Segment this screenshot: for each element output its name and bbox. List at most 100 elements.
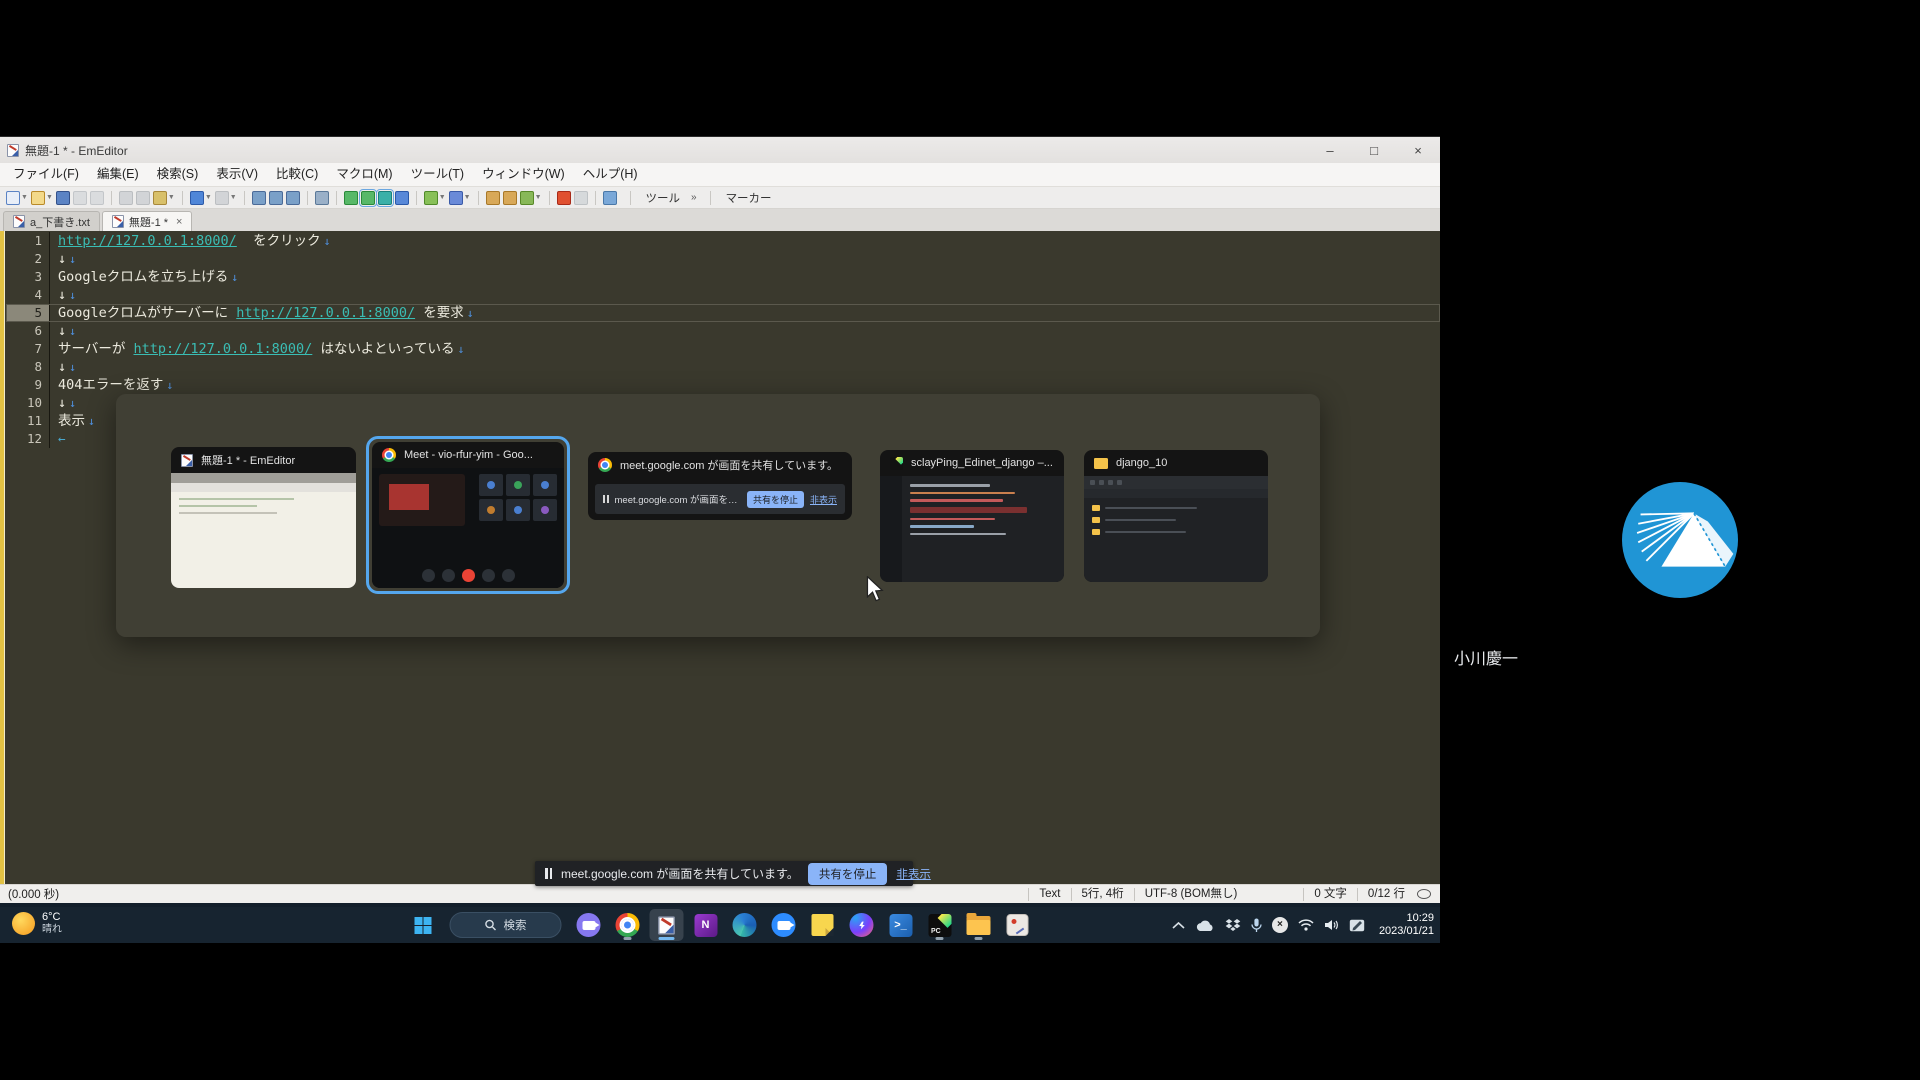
switcher-window-0[interactable]: 無題-1 * - EmEditor — [171, 447, 356, 588]
microphone-icon[interactable] — [1251, 918, 1262, 933]
dropbox-icon[interactable] — [1225, 918, 1241, 932]
view-normal-icon[interactable] — [344, 191, 358, 205]
menu-item-5[interactable]: マクロ(M) — [327, 163, 401, 186]
tools-toolbar-label[interactable]: ツール — [638, 190, 689, 206]
compare-icon[interactable]: ▼ — [449, 191, 471, 205]
macro-save-icon[interactable] — [503, 191, 517, 205]
view-page-icon[interactable] — [378, 191, 392, 205]
copy-icon[interactable] — [136, 191, 150, 205]
menu-item-6[interactable]: ツール(T) — [402, 163, 473, 186]
menu-item-1[interactable]: 編集(E) — [88, 163, 148, 186]
title-bar[interactable]: 無題-1 * - EmEditor – □ × — [0, 137, 1440, 163]
find-icon[interactable] — [252, 191, 266, 205]
outline-icon[interactable]: ▼ — [424, 191, 446, 205]
search-box[interactable]: 検索 — [450, 912, 562, 938]
pycharm-icon[interactable]: PC — [923, 909, 957, 941]
wifi-icon[interactable] — [1298, 919, 1314, 931]
ime-icon[interactable] — [1349, 919, 1365, 932]
thumbnail-title: django_10 — [1084, 450, 1268, 476]
snip-icon[interactable] — [1001, 909, 1035, 941]
status-mode[interactable]: Text — [1028, 888, 1070, 901]
hide-link[interactable]: 非表示 — [896, 866, 931, 882]
replace-icon[interactable] — [286, 191, 300, 205]
status-cursor-pos[interactable]: 5行, 4桁 — [1071, 888, 1134, 901]
switcher-window-3[interactable]: sclayPing_Edinet_django –... — [880, 450, 1064, 582]
chrome-share-bar: meet.google.com が画面を共有しています。 共有を停止 非表示 — [535, 861, 913, 886]
mute-circle-icon[interactable]: × — [1272, 917, 1288, 933]
tab-close-icon[interactable]: × — [176, 216, 182, 228]
print-icon[interactable] — [90, 191, 104, 205]
save-icon[interactable] — [56, 191, 70, 205]
powershell-icon[interactable]: >_ — [884, 909, 918, 941]
paste-icon[interactable]: ▼ — [153, 191, 175, 205]
thumbnail-title: meet.google.com が画面を共有しています。 — [588, 452, 852, 478]
taskbar-clock[interactable]: 10:292023/01/21 — [1379, 912, 1434, 938]
line-number: 9 — [6, 376, 50, 394]
menu-item-0[interactable]: ファイル(F) — [4, 163, 88, 186]
save-all-icon[interactable] — [73, 191, 87, 205]
run-macro-icon[interactable] — [574, 191, 588, 205]
menu-item-3[interactable]: 表示(V) — [207, 163, 267, 186]
thumb-hide-link[interactable]: 非表示 — [810, 493, 837, 506]
redo-icon[interactable]: ▼ — [215, 191, 237, 205]
record-macro-icon[interactable] — [557, 191, 571, 205]
dropdown-arrow-icon: ▼ — [21, 194, 28, 201]
status-encoding[interactable]: UTF-8 (BOM無し) — [1134, 888, 1248, 901]
onedrive-icon[interactable] — [1195, 919, 1215, 932]
messenger-icon[interactable] — [845, 909, 879, 941]
menu-item-7[interactable]: ウィンドウ(W) — [473, 163, 574, 186]
onenote-icon[interactable]: N — [689, 909, 723, 941]
url-link[interactable]: http://127.0.0.1:8000/ — [134, 340, 313, 358]
marker-toolbar-label[interactable]: マーカー — [718, 190, 780, 206]
weather-widget[interactable]: 6°C 晴れ — [12, 911, 62, 936]
undo-icon[interactable]: ▼ — [190, 191, 212, 205]
explorer-icon[interactable] — [962, 909, 996, 941]
switcher-window-1[interactable]: Meet - vio-rfur-yim - Goo... — [372, 442, 564, 588]
find-next-icon[interactable] — [269, 191, 283, 205]
stickynotes-icon[interactable] — [806, 909, 840, 941]
start-button[interactable] — [406, 909, 440, 941]
macro-open-icon[interactable] — [486, 191, 500, 205]
status-char-count: 0 文字 — [1303, 888, 1357, 901]
menu-item-8[interactable]: ヘルプ(H) — [574, 163, 647, 186]
view-wrap-icon[interactable] — [361, 191, 375, 205]
new-file-icon[interactable]: ▼ — [6, 191, 28, 205]
dropdown-arrow-icon: ▼ — [535, 194, 542, 201]
thumb-stop-button[interactable]: 共有を停止 — [747, 491, 804, 508]
volume-icon[interactable] — [1324, 919, 1339, 931]
document-tab-0[interactable]: a_下書き.txt — [3, 211, 100, 231]
edge-icon[interactable] — [728, 909, 762, 941]
pin-icon[interactable] — [603, 191, 617, 205]
folder-icon — [1094, 458, 1108, 469]
url-link[interactable]: http://127.0.0.1:8000/ — [236, 304, 415, 322]
toolbar-separator — [307, 191, 308, 205]
minimize-button[interactable]: – — [1308, 137, 1352, 163]
editor-line: 4↓↓ — [6, 286, 1440, 304]
stop-sharing-button[interactable]: 共有を停止 — [808, 863, 888, 885]
switcher-window-4[interactable]: django_10 — [1084, 450, 1268, 582]
tools-chevron-icon[interactable]: » — [691, 192, 697, 203]
grep-icon[interactable] — [315, 191, 329, 205]
meet-screenshare-view: 無題-1 * - EmEditor – □ × ファイル(F)編集(E)検索(S… — [0, 0, 1920, 1080]
dropdown-arrow-icon: ▼ — [46, 194, 53, 201]
maximize-button[interactable]: □ — [1352, 137, 1396, 163]
line-text: Googleクロムを立ち上げる↓ — [50, 268, 238, 286]
switcher-window-2[interactable]: meet.google.com が画面を共有しています。meet.google.… — [588, 452, 852, 520]
view-code-icon[interactable] — [395, 191, 409, 205]
line-text: ↓↓ — [50, 394, 76, 412]
macro-select-icon[interactable]: ▼ — [520, 191, 542, 205]
url-link[interactable]: http://127.0.0.1:8000/ — [58, 232, 237, 250]
feedback-icon[interactable] — [1417, 889, 1431, 899]
menu-item-4[interactable]: 比較(C) — [267, 163, 327, 186]
menu-item-2[interactable]: 検索(S) — [148, 163, 208, 186]
cut-icon[interactable] — [119, 191, 133, 205]
emeditor-icon[interactable] — [650, 909, 684, 941]
close-button[interactable]: × — [1396, 137, 1440, 163]
status-line-count: 0/12 行 — [1357, 888, 1415, 901]
zoom-icon[interactable] — [767, 909, 801, 941]
chat-icon[interactable] — [572, 909, 606, 941]
document-tab-1[interactable]: 無題-1 *× — [102, 211, 193, 231]
open-file-icon[interactable]: ▼ — [31, 191, 53, 205]
tray-expand-icon[interactable] — [1172, 921, 1185, 930]
chrome-icon[interactable] — [611, 909, 645, 941]
